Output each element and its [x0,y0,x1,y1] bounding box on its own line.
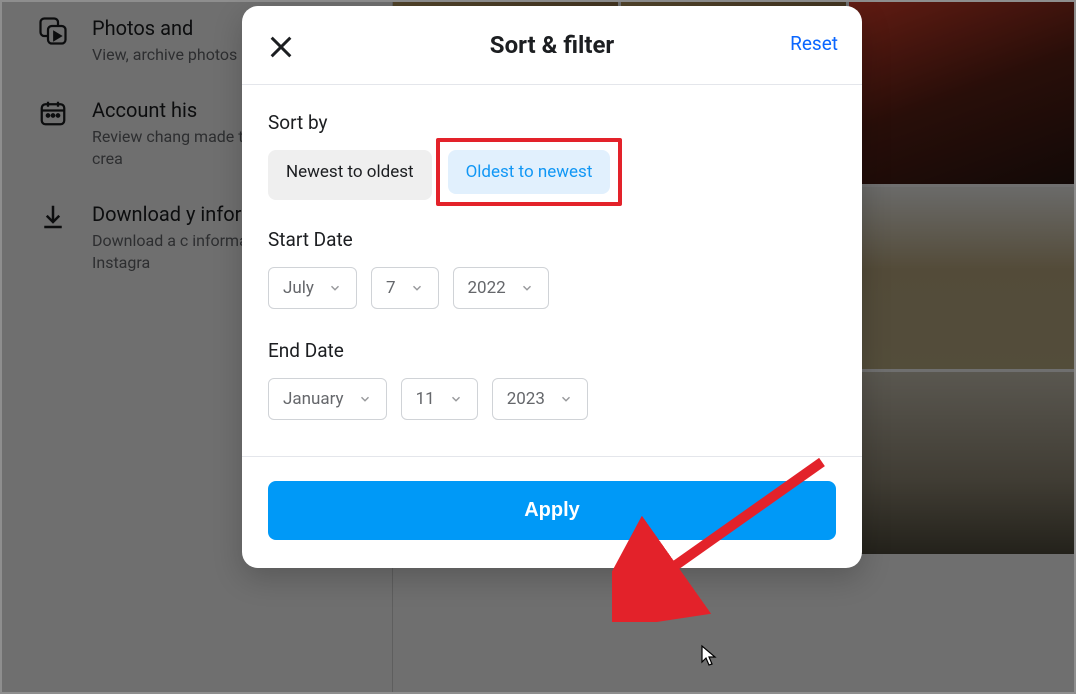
annotation-highlight-box: Oldest to newest [436,138,623,206]
start-date-label: Start Date [268,228,836,251]
chevron-down-icon [520,281,534,295]
end-month-select[interactable]: January [268,378,387,420]
start-year-select[interactable]: 2022 [453,267,549,309]
chevron-down-icon [410,281,424,295]
chevron-down-icon [449,392,463,406]
start-day-value: 7 [386,278,396,298]
start-month-value: July [283,278,314,298]
end-year-value: 2023 [507,389,545,409]
start-month-select[interactable]: July [268,267,357,309]
sort-by-label: Sort by [268,111,836,134]
close-button[interactable] [262,28,300,66]
end-day-select[interactable]: 11 [401,378,478,420]
close-icon [267,33,295,61]
sort-newest-pill[interactable]: Newest to oldest [268,150,432,200]
end-date-label: End Date [268,339,836,362]
reset-button[interactable]: Reset [790,32,838,55]
start-year-value: 2022 [468,278,506,298]
sort-oldest-pill[interactable]: Oldest to newest [448,150,611,194]
end-day-value: 11 [416,389,435,409]
chevron-down-icon [358,392,372,406]
apply-button[interactable]: Apply [268,481,836,540]
modal-title: Sort & filter [490,31,614,59]
chevron-down-icon [328,281,342,295]
chevron-down-icon [559,392,573,406]
sort-filter-modal: Sort & filter Reset Sort by Newest to ol… [242,6,862,568]
end-month-value: January [283,389,344,409]
modal-header: Sort & filter Reset [242,6,862,85]
start-day-select[interactable]: 7 [371,267,439,309]
end-year-select[interactable]: 2023 [492,378,588,420]
